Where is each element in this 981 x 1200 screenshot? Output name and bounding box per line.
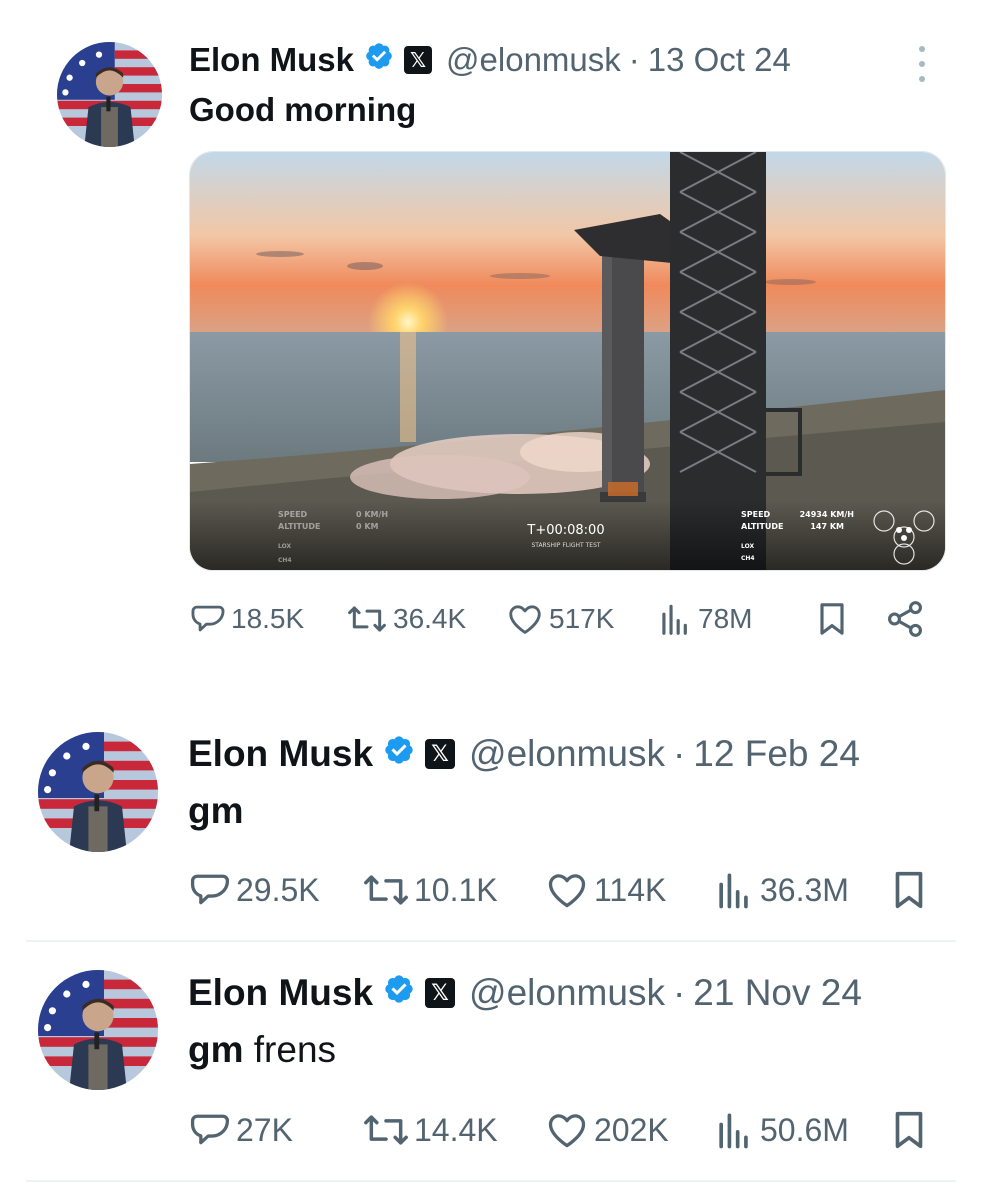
overlay-mission: STARSHIP FLIGHT TEST	[531, 542, 600, 549]
reply-count: 18.5K	[231, 603, 305, 634]
repost-count: 36.4K	[393, 603, 467, 634]
author-name[interactable]: Elon Musk	[188, 972, 373, 1014]
views-count: 36.3M	[760, 871, 849, 908]
separator: ·	[672, 733, 686, 774]
verified-badge-icon	[383, 733, 415, 775]
tweet-text: gm	[188, 790, 244, 832]
avatar[interactable]	[57, 42, 162, 147]
repost-count: 10.1K	[414, 871, 498, 908]
repost-arrows-icon	[364, 875, 408, 905]
like-count: 517K	[549, 603, 615, 634]
views-button[interactable]: 78M	[656, 597, 752, 641]
overlay-left-ch4: CH4	[278, 557, 292, 564]
repost-button[interactable]: 14.4K	[362, 1106, 498, 1154]
repost-button[interactable]: 10.1K	[362, 866, 498, 914]
tweet-header: Elon Musk 𝕏 @elonmusk · 21 Nov 24	[188, 971, 862, 1015]
overlay-left-speed-value: 0 KM/H	[356, 510, 388, 519]
tweet-divider	[26, 940, 956, 942]
views-button[interactable]: 36.3M	[712, 866, 849, 914]
overlay-right-altitude-label: ALTITUDE	[741, 522, 783, 531]
overlay-left-lox: LOX	[278, 543, 291, 550]
avatar-image	[57, 42, 162, 147]
speech-bubble-icon	[190, 1114, 230, 1145]
bar-chart-icon	[719, 1113, 748, 1149]
author-name[interactable]: Elon Musk	[188, 733, 373, 775]
bar-chart-icon	[719, 873, 748, 909]
avatar[interactable]	[38, 970, 158, 1090]
tweet-actions: 29.5K 10.1K 114K 36.3M	[0, 866, 981, 914]
tweet-text-bold: gm	[188, 1029, 244, 1070]
tweet-header: Elon Musk 𝕏 @elonmusk · 13 Oct 24	[189, 40, 791, 80]
bookmark-icon	[895, 871, 923, 909]
x-logo-icon: 𝕏	[425, 739, 456, 769]
like-button[interactable]: 517K	[505, 597, 614, 641]
bookmark-button[interactable]	[886, 1106, 932, 1154]
tweet-date[interactable]: 13 Oct 24	[648, 41, 791, 79]
reply-button[interactable]: 18.5K	[189, 597, 304, 641]
tweet-date[interactable]: 21 Nov 24	[693, 972, 862, 1014]
like-count: 114K	[594, 871, 667, 908]
like-count: 202K	[594, 1111, 669, 1148]
separator: ·	[628, 41, 640, 78]
repost-arrows-icon	[348, 606, 386, 632]
repost-count: 14.4K	[414, 1111, 498, 1148]
overlay-right-speed-value: 24934 KM/H	[800, 510, 854, 519]
views-button[interactable]: 50.6M	[712, 1106, 849, 1154]
bookmark-button[interactable]	[812, 597, 852, 641]
reply-button[interactable]: 27K	[188, 1106, 293, 1154]
heart-icon	[509, 605, 541, 634]
overlay-right-altitude-value: 147 KM	[810, 522, 844, 531]
author-name[interactable]: Elon Musk	[189, 41, 354, 79]
overlay-left-altitude-label: ALTITUDE	[278, 522, 320, 531]
x-logo-icon: 𝕏	[404, 46, 433, 74]
tweet-actions: 27K 14.4K 202K 50.6M	[0, 1106, 981, 1154]
avatar-image	[38, 732, 158, 852]
tweet-date[interactable]: 12 Feb 24	[693, 733, 860, 775]
tweet-text-bold: Good morning	[189, 91, 417, 128]
reply-count: 29.5K	[236, 871, 320, 908]
speech-bubble-icon	[190, 874, 230, 905]
tweet-text: gm frens	[188, 1029, 336, 1071]
reply-count: 27K	[236, 1111, 293, 1148]
share-button[interactable]	[884, 597, 926, 641]
bookmark-icon	[895, 1111, 923, 1149]
heart-icon	[548, 1114, 586, 1148]
avatar[interactable]	[38, 732, 158, 852]
avatar-image	[38, 970, 158, 1090]
share-icon	[888, 601, 922, 637]
more-vertical-icon[interactable]	[912, 46, 932, 82]
like-button[interactable]: 202K	[544, 1106, 669, 1154]
separator: ·	[672, 972, 686, 1013]
verified-badge-icon	[383, 972, 415, 1014]
bookmark-icon	[820, 603, 844, 635]
tweet-text-bold: gm	[188, 790, 244, 831]
like-button[interactable]: 114K	[544, 866, 666, 914]
tweet-text-regular: frens	[243, 1029, 337, 1070]
overlay-right-ch4: CH4	[741, 555, 755, 562]
author-handle[interactable]: @elonmusk	[469, 733, 665, 775]
tweet-header: Elon Musk 𝕏 @elonmusk · 12 Feb 24	[188, 732, 860, 776]
bookmark-button[interactable]	[886, 866, 932, 914]
verified-badge-icon	[364, 41, 394, 79]
repost-arrows-icon	[364, 1115, 408, 1145]
overlay-right-lox: LOX	[741, 543, 754, 550]
views-count: 50.6M	[760, 1111, 849, 1148]
bar-chart-icon	[662, 604, 687, 635]
overlay-left-altitude-value: 0 KM	[356, 522, 379, 531]
speech-bubble-icon	[191, 605, 225, 632]
author-handle[interactable]: @elonmusk	[469, 972, 665, 1014]
tweet-media-image[interactable]: SPEED ALTITUDE 0 KM/H 0 KM LOX CH4 T+00:…	[189, 151, 946, 571]
overlay-right-speed-label: SPEED	[741, 510, 771, 519]
tweet-actions: 18.5K 36.4K 517K 78M	[0, 597, 981, 641]
tweet-text: Good morning	[189, 91, 416, 129]
heart-icon	[548, 874, 586, 908]
reply-button[interactable]: 29.5K	[188, 866, 320, 914]
author-handle[interactable]: @elonmusk	[446, 41, 621, 79]
views-count: 78M	[698, 603, 753, 634]
overlay-left-speed-label: SPEED	[278, 510, 308, 519]
repost-button[interactable]: 36.4K	[345, 597, 466, 641]
x-logo-icon: 𝕏	[425, 978, 456, 1008]
tweet-divider	[26, 1180, 956, 1182]
overlay-timer: T+00:08:00	[526, 523, 604, 538]
